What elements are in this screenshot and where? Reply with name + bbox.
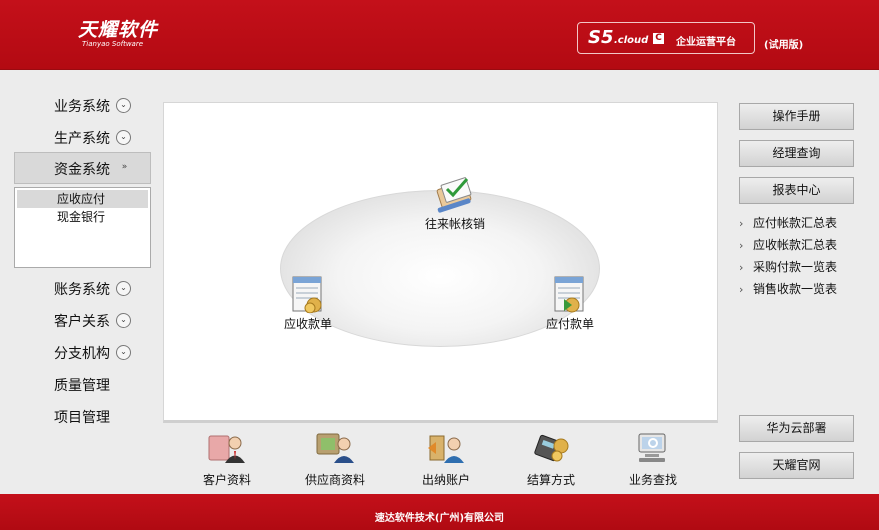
quick-settlement[interactable]: 结算方式 [506,432,596,488]
huawei-cloud-button[interactable]: 华为云部署 [739,415,854,442]
chevron-right-icon: › [739,283,744,296]
right-bottom-links: 华为云部署 天耀官网 [739,415,854,489]
supplier-icon [316,433,354,463]
product-name: 企业运营平台 [676,37,736,48]
quick-supplier[interactable]: 供应商资料 [290,432,380,488]
flow-receivable-doc[interactable]: 应收款单 [268,275,348,332]
footer-bar: 速达软件技术(广州)有限公司 [0,494,879,530]
report-link-label: 销售收款一览表 [753,282,838,296]
chevron-down-icon[interactable]: ⌄ [116,345,131,360]
workflow-panel: 往来帐核销 应收款单 应付款单 [163,102,718,423]
settlement-icon [534,434,569,462]
quick-label: 客户资料 [202,473,251,487]
logo-text-en: Tianyao Software [82,40,144,48]
chevron-down-icon[interactable]: ⌄ [116,313,131,328]
flow-label-center: 往来帐核销 [424,217,485,231]
product-badge: C [653,33,664,44]
chevron-right-icon: › [739,217,744,230]
ledger-check-icon [436,177,472,213]
flow-label-right: 应付款单 [545,317,594,331]
chevron-expanded-icon[interactable]: » [117,161,132,176]
report-link-payable-summary[interactable]: › 应付帐款汇总表 [739,212,854,234]
report-link-purchase-payment[interactable]: › 采购付款一览表 [739,256,854,278]
product-cloud: .cloud [614,35,649,46]
customer-icon [208,435,245,463]
quick-label: 供应商资料 [304,473,365,487]
sidebar-item-business[interactable]: 业务系统 ⌄ [14,90,151,122]
report-link-sales-receipt[interactable]: › 销售收款一览表 [739,278,854,300]
sidebar-item-label: 项目管理 [54,410,110,426]
sidebar-item-branches[interactable]: 分支机构 ⌄ [14,337,151,369]
product-banner: S5 .cloud C 企业运营平台 [577,22,755,54]
sidebar-item-label: 生产系统 [54,131,110,147]
sidebar-item-label: 业务系统 [54,99,110,115]
sidebar-item-label: 资金系统 [54,162,110,178]
sidebar-item-label: 账务系统 [54,282,110,298]
report-center-button[interactable]: 报表中心 [739,177,854,204]
chevron-down-icon[interactable]: ⌄ [116,130,131,145]
sidebar-item-projects[interactable]: 项目管理 [14,401,151,433]
sidebar-item-funds[interactable]: 资金系统 » [14,152,151,184]
sidebar-item-label: 客户关系 [54,314,110,330]
cashier-icon [428,435,464,463]
manual-button[interactable]: 操作手册 [739,103,854,130]
report-link-receivable-summary[interactable]: › 应收帐款汇总表 [739,234,854,256]
quick-label: 业务查找 [628,473,677,487]
quick-search[interactable]: 业务查找 [608,432,698,488]
footer-company: 速达软件技术(广州)有限公司 [374,513,505,524]
chevron-right-icon: › [739,261,744,274]
sidebar-item-label: 质量管理 [54,378,110,394]
flow-payable-doc[interactable]: 应付款单 [530,275,610,332]
header-bar: 天耀软件 Tianyao Software S5 .cloud C 企业运营平台… [0,0,879,70]
quick-label: 出纳账户 [421,473,470,487]
sidebar-item-accounting[interactable]: 账务系统 ⌄ [14,273,151,305]
product-s5: S5 [588,27,614,48]
left-sidebar: 业务系统 ⌄ 生产系统 ⌄ 资金系统 » 应收应付 现金银行 账务系统 ⌄ 客户… [14,90,151,433]
sidebar-item-quality[interactable]: 质量管理 [14,369,151,401]
report-list: › 应付帐款汇总表 › 应收帐款汇总表 › 采购付款一览表 › 销售收款一览表 [739,212,854,300]
submenu-item-cash-bank[interactable]: 现金银行 [17,208,148,226]
sidebar-item-label: 分支机构 [54,346,110,362]
company-logo: 天耀软件 Tianyao Software [78,20,158,48]
quick-customer[interactable]: 客户资料 [182,432,272,488]
report-link-label: 采购付款一览表 [753,260,838,274]
quick-access-bar: 客户资料 供应商资料 出纳账户 结算方式 业务查找 [163,428,718,490]
logo-text-cn: 天耀软件 [78,19,159,41]
report-link-label: 应收帐款汇总表 [753,238,838,252]
payable-doc-icon [554,276,584,313]
sidebar-item-crm[interactable]: 客户关系 ⌄ [14,305,151,337]
search-icon [638,433,666,462]
sidebar-item-production[interactable]: 生产系统 ⌄ [14,122,151,154]
edition-label: (试用版) [764,40,804,51]
official-site-button[interactable]: 天耀官网 [739,452,854,479]
quick-label: 结算方式 [526,473,575,487]
report-link-label: 应付帐款汇总表 [753,216,838,230]
right-panel: 操作手册 经理查询 报表中心 › 应付帐款汇总表 › 应收帐款汇总表 › 采购付款一览… [739,103,854,300]
flow-label-left: 应收款单 [283,317,332,331]
chevron-down-icon[interactable]: ⌄ [116,281,131,296]
chevron-down-icon[interactable]: ⌄ [116,98,131,113]
flow-reconciliation[interactable]: 往来帐核销 [400,175,510,232]
manager-query-button[interactable]: 经理查询 [739,140,854,167]
funds-submenu: 应收应付 现金银行 [14,187,151,268]
submenu-item-receivable-payable[interactable]: 应收应付 [17,190,148,208]
chevron-right-icon: › [739,239,744,252]
receivable-doc-icon [292,276,322,313]
quick-cashier[interactable]: 出纳账户 [401,432,491,488]
